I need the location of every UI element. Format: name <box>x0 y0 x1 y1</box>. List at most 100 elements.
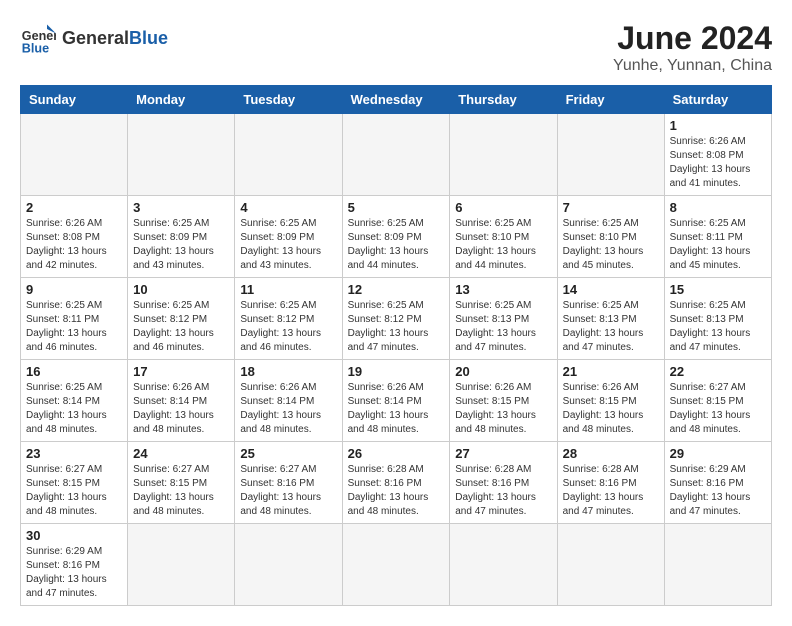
day-number: 22 <box>670 364 766 379</box>
day-info: Sunrise: 6:25 AM Sunset: 8:10 PM Dayligh… <box>455 217 551 273</box>
calendar-cell <box>342 524 450 606</box>
day-number: 9 <box>26 282 122 297</box>
day-info: Sunrise: 6:27 AM Sunset: 8:16 PM Dayligh… <box>240 463 336 519</box>
day-number: 16 <box>26 364 122 379</box>
day-info: Sunrise: 6:28 AM Sunset: 8:16 PM Dayligh… <box>563 463 659 519</box>
day-info: Sunrise: 6:25 AM Sunset: 8:10 PM Dayligh… <box>563 217 659 273</box>
day-info: Sunrise: 6:28 AM Sunset: 8:16 PM Dayligh… <box>348 463 445 519</box>
calendar-cell: 28Sunrise: 6:28 AM Sunset: 8:16 PM Dayli… <box>557 442 664 524</box>
day-number: 23 <box>26 446 122 461</box>
weekday-header-saturday: Saturday <box>664 86 771 114</box>
calendar-cell: 3Sunrise: 6:25 AM Sunset: 8:09 PM Daylig… <box>128 196 235 278</box>
calendar-cell: 8 Sunrise: 6:25 AM Sunset: 8:11 PM Daylig… <box>664 196 771 278</box>
day-info: Sunrise: 6:29 AM Sunset: 8:16 PM Dayligh… <box>670 463 766 519</box>
day-number: 8 <box>670 200 766 215</box>
day-info: Sunrise: 6:25 AM Sunset: 8:13 PM Dayligh… <box>563 299 659 355</box>
day-number: 4 <box>240 200 336 215</box>
calendar-cell <box>450 524 557 606</box>
calendar-cell: 7Sunrise: 6:25 AM Sunset: 8:10 PM Daylig… <box>557 196 664 278</box>
calendar-cell: 20Sunrise: 6:26 AM Sunset: 8:15 PM Dayli… <box>450 360 557 442</box>
calendar-cell: 11 Sunrise: 6:25 AM Sunset: 8:12 PM Dayli… <box>235 278 342 360</box>
day-info: Sunrise: 6:26 AM Sunset: 8:08 PM Dayligh… <box>670 135 766 191</box>
day-number: 14 <box>563 282 659 297</box>
day-number: 6 <box>455 200 551 215</box>
day-number: 5 <box>348 200 445 215</box>
weekday-header-wednesday: Wednesday <box>342 86 450 114</box>
day-info: Sunrise: 6:29 AM Sunset: 8:16 PM Dayligh… <box>26 545 122 601</box>
day-info: Sunrise: 6:25 AM Sunset: 8:11 PM Dayligh… <box>670 217 766 273</box>
calendar-cell <box>342 114 450 196</box>
calendar-cell: 16Sunrise: 6:25 AM Sunset: 8:14 PM Dayli… <box>21 360 128 442</box>
weekday-header-friday: Friday <box>557 86 664 114</box>
week-row-3: 9 Sunrise: 6:25 AM Sunset: 8:11 PM Daylig… <box>21 278 772 360</box>
day-info: Sunrise: 6:26 AM Sunset: 8:14 PM Dayligh… <box>348 381 445 437</box>
day-info: Sunrise: 6:25 AM Sunset: 8:09 PM Dayligh… <box>348 217 445 273</box>
day-number: 10 <box>133 282 229 297</box>
calendar-cell: 9 Sunrise: 6:25 AM Sunset: 8:11 PM Daylig… <box>21 278 128 360</box>
calendar-title-area: June 2024 Yunhe, Yunnan, China <box>613 20 772 75</box>
day-number: 11 <box>240 282 336 297</box>
day-number: 21 <box>563 364 659 379</box>
week-row-6: 30Sunrise: 6:29 AM Sunset: 8:16 PM Dayli… <box>21 524 772 606</box>
calendar-cell: 26 Sunrise: 6:28 AM Sunset: 8:16 PM Dayli… <box>342 442 450 524</box>
day-info: Sunrise: 6:25 AM Sunset: 8:13 PM Dayligh… <box>455 299 551 355</box>
calendar-cell <box>235 524 342 606</box>
calendar-table: SundayMondayTuesdayWednesdayThursdayFrid… <box>20 85 772 606</box>
calendar-cell <box>128 114 235 196</box>
week-row-5: 23 Sunrise: 6:27 AM Sunset: 8:15 PM Dayli… <box>21 442 772 524</box>
calendar-cell <box>557 524 664 606</box>
calendar-cell: 19 Sunrise: 6:26 AM Sunset: 8:14 PM Dayli… <box>342 360 450 442</box>
calendar-cell: 27 Sunrise: 6:28 AM Sunset: 8:16 PM Dayli… <box>450 442 557 524</box>
weekday-header-sunday: Sunday <box>21 86 128 114</box>
day-info: Sunrise: 6:27 AM Sunset: 8:15 PM Dayligh… <box>26 463 122 519</box>
calendar-cell: 15Sunrise: 6:25 AM Sunset: 8:13 PM Dayli… <box>664 278 771 360</box>
calendar-cell: 14 Sunrise: 6:25 AM Sunset: 8:13 PM Dayli… <box>557 278 664 360</box>
logo: General Blue GeneralBlue <box>20 20 168 56</box>
logo-icon: General Blue <box>20 20 56 56</box>
calendar-cell: 17Sunrise: 6:26 AM Sunset: 8:14 PM Dayli… <box>128 360 235 442</box>
weekday-header-thursday: Thursday <box>450 86 557 114</box>
calendar-cell: 25 Sunrise: 6:27 AM Sunset: 8:16 PM Dayli… <box>235 442 342 524</box>
calendar-cell: 2Sunrise: 6:26 AM Sunset: 8:08 PM Daylig… <box>21 196 128 278</box>
calendar-cell: 30Sunrise: 6:29 AM Sunset: 8:16 PM Dayli… <box>21 524 128 606</box>
day-info: Sunrise: 6:25 AM Sunset: 8:09 PM Dayligh… <box>133 217 229 273</box>
calendar-cell <box>128 524 235 606</box>
weekday-header-tuesday: Tuesday <box>235 86 342 114</box>
calendar-cell <box>450 114 557 196</box>
calendar-cell: 1 Sunrise: 6:26 AM Sunset: 8:08 PM Daylig… <box>664 114 771 196</box>
day-info: Sunrise: 6:25 AM Sunset: 8:11 PM Dayligh… <box>26 299 122 355</box>
day-number: 18 <box>240 364 336 379</box>
day-number: 26 <box>348 446 445 461</box>
day-info: Sunrise: 6:28 AM Sunset: 8:16 PM Dayligh… <box>455 463 551 519</box>
weekday-header-row: SundayMondayTuesdayWednesdayThursdayFrid… <box>21 86 772 114</box>
week-row-1: 1 Sunrise: 6:26 AM Sunset: 8:08 PM Daylig… <box>21 114 772 196</box>
calendar-cell: 12Sunrise: 6:25 AM Sunset: 8:12 PM Dayli… <box>342 278 450 360</box>
page-header: General Blue GeneralBlue June 2024 Yunhe… <box>20 20 772 75</box>
calendar-cell: 4Sunrise: 6:25 AM Sunset: 8:09 PM Daylig… <box>235 196 342 278</box>
day-number: 27 <box>455 446 551 461</box>
day-number: 24 <box>133 446 229 461</box>
day-number: 1 <box>670 118 766 133</box>
day-info: Sunrise: 6:25 AM Sunset: 8:12 PM Dayligh… <box>240 299 336 355</box>
day-info: Sunrise: 6:27 AM Sunset: 8:15 PM Dayligh… <box>670 381 766 437</box>
day-info: Sunrise: 6:26 AM Sunset: 8:14 PM Dayligh… <box>240 381 336 437</box>
day-info: Sunrise: 6:26 AM Sunset: 8:15 PM Dayligh… <box>455 381 551 437</box>
calendar-cell: 10Sunrise: 6:25 AM Sunset: 8:12 PM Dayli… <box>128 278 235 360</box>
day-number: 19 <box>348 364 445 379</box>
day-info: Sunrise: 6:25 AM Sunset: 8:13 PM Dayligh… <box>670 299 766 355</box>
logo-general-text: GeneralBlue <box>62 28 168 48</box>
day-number: 29 <box>670 446 766 461</box>
calendar-cell: 6 Sunrise: 6:25 AM Sunset: 8:10 PM Daylig… <box>450 196 557 278</box>
calendar-cell <box>235 114 342 196</box>
calendar-cell <box>557 114 664 196</box>
calendar-cell: 5 Sunrise: 6:25 AM Sunset: 8:09 PM Daylig… <box>342 196 450 278</box>
calendar-cell: 22 Sunrise: 6:27 AM Sunset: 8:15 PM Dayli… <box>664 360 771 442</box>
week-row-2: 2Sunrise: 6:26 AM Sunset: 8:08 PM Daylig… <box>21 196 772 278</box>
day-info: Sunrise: 6:25 AM Sunset: 8:12 PM Dayligh… <box>348 299 445 355</box>
day-number: 25 <box>240 446 336 461</box>
day-info: Sunrise: 6:26 AM Sunset: 8:15 PM Dayligh… <box>563 381 659 437</box>
day-number: 13 <box>455 282 551 297</box>
week-row-4: 16Sunrise: 6:25 AM Sunset: 8:14 PM Dayli… <box>21 360 772 442</box>
calendar-cell <box>664 524 771 606</box>
day-number: 2 <box>26 200 122 215</box>
